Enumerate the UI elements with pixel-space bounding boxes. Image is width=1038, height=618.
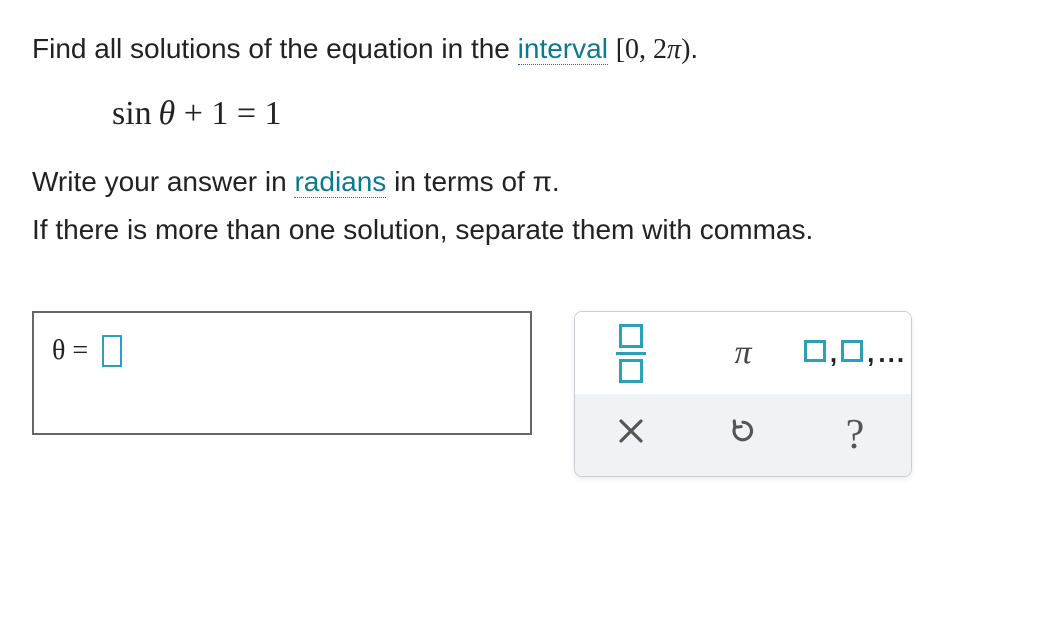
fraction-icon: [616, 324, 646, 383]
radians-term-link[interactable]: radians: [294, 166, 386, 198]
answer-slot[interactable]: [102, 335, 122, 367]
answer-input-box[interactable]: θ =: [32, 311, 532, 435]
keypad-help-button[interactable]: ?: [799, 394, 911, 476]
keypad-reset-button[interactable]: [687, 394, 799, 476]
keypad-pi-button[interactable]: π: [687, 312, 799, 394]
instruction-line-2: Write your answer in radians in terms of…: [32, 161, 1006, 203]
answer-label: θ =: [52, 335, 88, 367]
list-icon: ,,...: [804, 338, 906, 369]
help-icon: ?: [846, 411, 865, 459]
interval-term-link[interactable]: interval: [518, 33, 608, 65]
prompt-end-dot: .: [690, 33, 698, 64]
close-icon: [616, 416, 646, 455]
interval-expression: [0, 2π): [616, 34, 691, 65]
keypad: π ,,...: [574, 311, 912, 477]
instruction-line-3: If there is more than one solution, sepa…: [32, 209, 1006, 251]
keypad-fraction-button[interactable]: [575, 312, 687, 394]
keypad-list-button[interactable]: ,,...: [799, 312, 911, 394]
equation-display: sin θ + 1 = 1: [112, 95, 1006, 133]
pi-icon: π: [734, 334, 751, 372]
prompt-text-1: Find all solutions of the equation in th…: [32, 33, 518, 64]
keypad-clear-button[interactable]: [575, 394, 687, 476]
instr-text-post: in terms of π.: [386, 166, 559, 197]
undo-icon: [728, 416, 758, 455]
instr-text-pre: Write your answer in: [32, 166, 294, 197]
prompt-line-1: Find all solutions of the equation in th…: [32, 28, 1006, 71]
